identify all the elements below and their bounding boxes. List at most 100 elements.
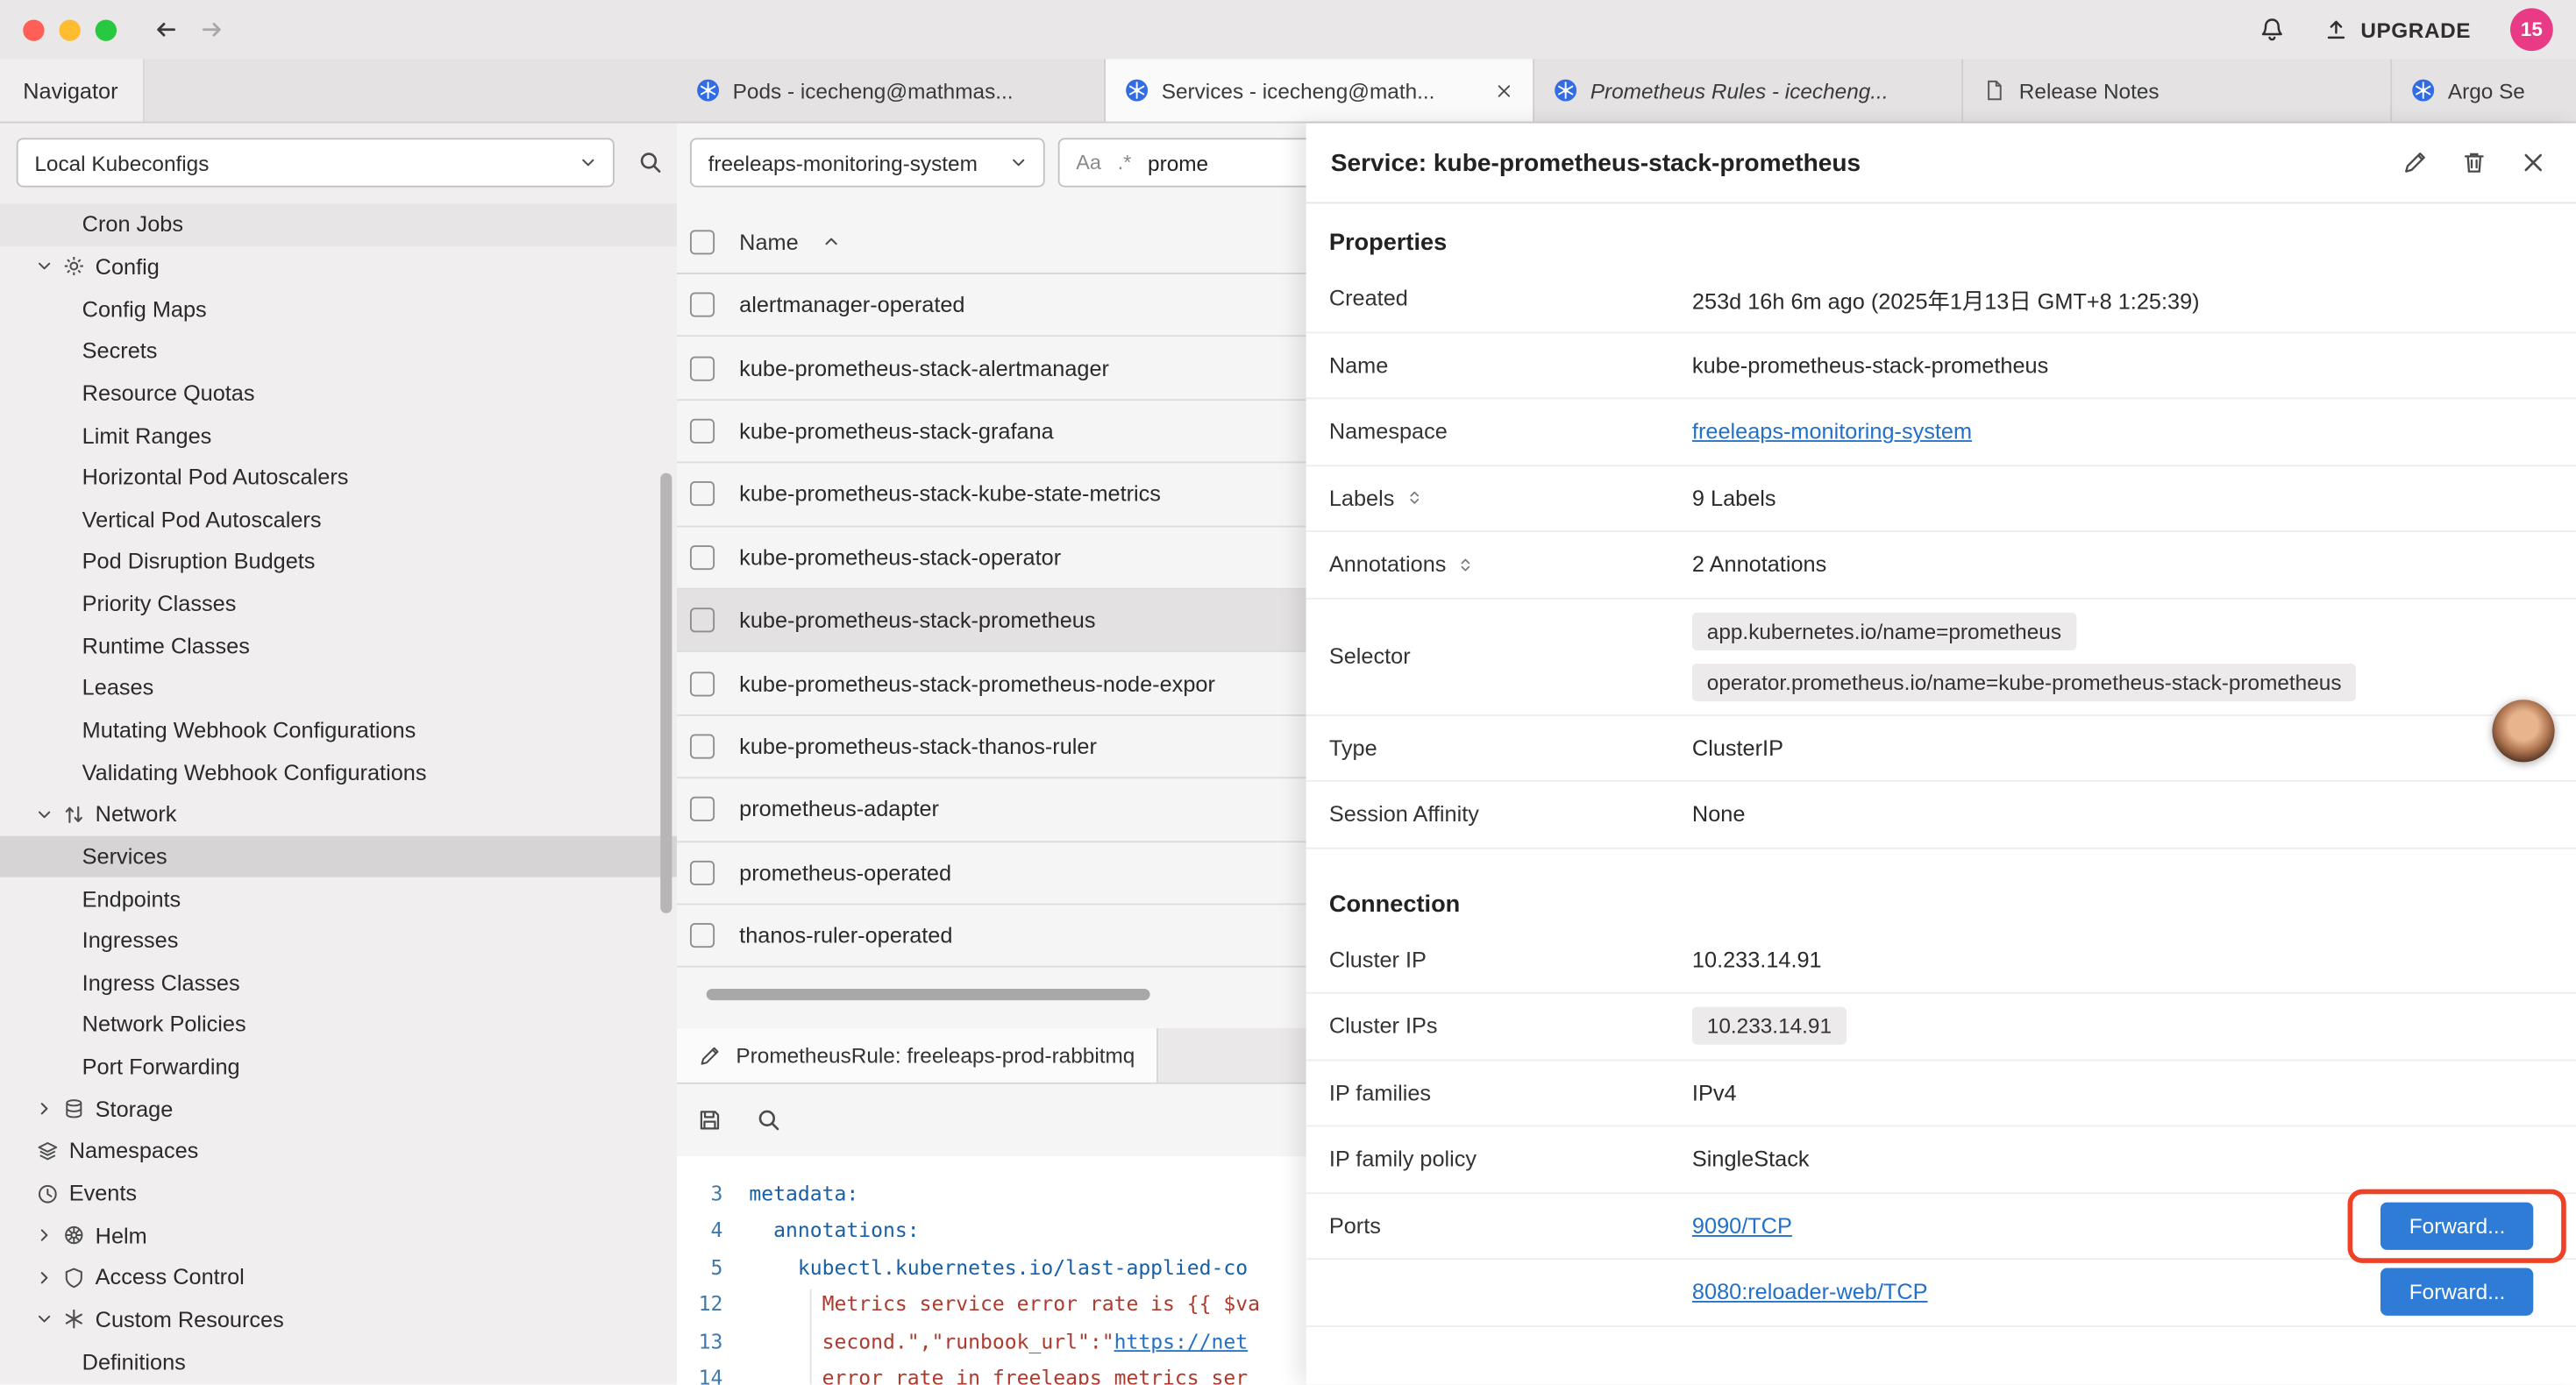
row-checkbox[interactable] bbox=[690, 860, 715, 884]
sidebar-item-ingresses[interactable]: Ingresses bbox=[0, 920, 677, 962]
select-all-checkbox[interactable] bbox=[690, 229, 715, 253]
close-button[interactable] bbox=[2520, 150, 2546, 176]
sidebar-item-config-maps[interactable]: Config Maps bbox=[0, 288, 677, 330]
editor-tab-prometheusrule[interactable]: PrometheusRule: freeleaps-prod-rabbitmq bbox=[677, 1028, 1158, 1083]
tab-pods[interactable]: Pods - icecheng@mathmas... bbox=[677, 59, 1106, 121]
service-row[interactable]: kube-prometheus-stack-kube-state-metrics bbox=[677, 464, 1306, 527]
yaml-editor[interactable]: 3metadata:4 annotations:5 kubectl.kubern… bbox=[677, 1156, 1306, 1384]
service-row[interactable]: prometheus-adapter bbox=[677, 778, 1306, 842]
row-checkbox[interactable] bbox=[690, 419, 715, 444]
sidebar-item-network-policies[interactable]: Network Policies bbox=[0, 1004, 677, 1046]
sort-toggle-icon[interactable] bbox=[1458, 557, 1475, 573]
navigator-pane-tab[interactable]: Navigator bbox=[0, 59, 145, 121]
delete-button[interactable] bbox=[2461, 150, 2487, 176]
sidebar-item-runtime-classes[interactable]: Runtime Classes bbox=[0, 625, 677, 667]
sidebar-item-events[interactable]: Events bbox=[0, 1172, 677, 1214]
maximize-window-button[interactable] bbox=[96, 19, 117, 40]
sidebar-item-label: Config bbox=[96, 254, 160, 279]
minimize-window-button[interactable] bbox=[59, 19, 80, 40]
sidebar-item-port-forwarding[interactable]: Port Forwarding bbox=[0, 1046, 677, 1088]
close-window-button[interactable] bbox=[23, 19, 44, 40]
service-row[interactable]: alertmanager-operated bbox=[677, 274, 1306, 337]
match-case-toggle[interactable]: Aa bbox=[1076, 151, 1101, 174]
sidebar-item-storage[interactable]: Storage bbox=[0, 1088, 677, 1130]
sort-toggle-icon[interactable] bbox=[1406, 490, 1423, 507]
network-arrows-icon bbox=[62, 803, 85, 826]
namespace-link[interactable]: freeleaps-monitoring-system bbox=[1692, 419, 1972, 444]
sidebar-item-custom-resources[interactable]: Custom Resources bbox=[0, 1298, 677, 1340]
sidebar-item-cron-jobs[interactable]: Cron Jobs bbox=[0, 203, 677, 245]
tab-prometheus-rules[interactable]: Prometheus Rules - icecheng... bbox=[1534, 59, 1963, 121]
sidebar-scrollbar[interactable] bbox=[660, 473, 672, 913]
notification-badge[interactable]: 15 bbox=[2510, 8, 2553, 51]
row-checkbox[interactable] bbox=[690, 608, 715, 633]
chevron-down-icon[interactable] bbox=[36, 259, 53, 275]
tab-close-icon[interactable] bbox=[1495, 82, 1513, 100]
sidebar-item-network[interactable]: Network bbox=[0, 793, 677, 835]
editor-search-icon[interactable] bbox=[756, 1107, 782, 1133]
sidebar-item-resource-quotas[interactable]: Resource Quotas bbox=[0, 373, 677, 415]
back-button[interactable] bbox=[153, 17, 179, 43]
sidebar-item-namespaces[interactable]: Namespaces bbox=[0, 1130, 677, 1172]
sidebar-item-vertical-pod-autoscalers[interactable]: Vertical Pod Autoscalers bbox=[0, 499, 677, 541]
forward-button[interactable]: Forward... bbox=[2381, 1268, 2533, 1316]
search-input[interactable] bbox=[1148, 150, 1279, 174]
save-icon[interactable] bbox=[696, 1107, 722, 1133]
service-row[interactable]: kube-prometheus-stack-grafana bbox=[677, 401, 1306, 464]
chevron-right-icon[interactable] bbox=[36, 1269, 53, 1286]
service-row[interactable]: kube-prometheus-stack-prometheus-node-ex… bbox=[677, 653, 1306, 716]
chevron-right-icon[interactable] bbox=[36, 1101, 53, 1118]
row-checkbox[interactable] bbox=[690, 293, 715, 317]
service-row[interactable]: prometheus-operated bbox=[677, 842, 1306, 905]
property-row-created: Created253d 16h 6m ago (2025年1月13日 GMT+8… bbox=[1306, 266, 2576, 333]
user-avatar[interactable] bbox=[2492, 700, 2554, 762]
sidebar-item-limit-ranges[interactable]: Limit Ranges bbox=[0, 415, 677, 457]
tab-release-notes[interactable]: Release Notes bbox=[1963, 59, 2392, 121]
row-checkbox[interactable] bbox=[690, 671, 715, 695]
namespace-filter-dropdown[interactable]: freeleaps-monitoring-system bbox=[690, 138, 1045, 187]
sidebar-item-horizontal-pod-autoscalers[interactable]: Horizontal Pod Autoscalers bbox=[0, 457, 677, 499]
sidebar-item-config[interactable]: Config bbox=[0, 245, 677, 288]
sidebar-item-validating-webhook-configurations[interactable]: Validating Webhook Configurations bbox=[0, 751, 677, 793]
row-checkbox[interactable] bbox=[690, 797, 715, 821]
sidebar-item-helm[interactable]: Helm bbox=[0, 1214, 677, 1256]
tab-argo-se[interactable]: Argo Se bbox=[2392, 59, 2576, 121]
forward-button[interactable] bbox=[199, 17, 225, 43]
name-column-header[interactable]: Name bbox=[739, 229, 798, 253]
service-row[interactable]: kube-prometheus-stack-alertmanager bbox=[677, 337, 1306, 401]
service-row[interactable]: kube-prometheus-stack-prometheus bbox=[677, 590, 1306, 653]
sidebar-item-ingress-classes[interactable]: Ingress Classes bbox=[0, 962, 677, 1004]
sidebar-item-pod-disruption-budgets[interactable]: Pod Disruption Budgets bbox=[0, 541, 677, 583]
row-checkbox[interactable] bbox=[690, 482, 715, 507]
horizontal-scrollbar[interactable] bbox=[707, 989, 1150, 1000]
regex-toggle[interactable]: .* bbox=[1118, 151, 1132, 174]
sidebar-item-definitions[interactable]: Definitions bbox=[0, 1341, 677, 1383]
sidebar-search-icon[interactable] bbox=[637, 150, 664, 176]
sidebar-item-endpoints[interactable]: Endpoints bbox=[0, 877, 677, 920]
service-row[interactable]: kube-prometheus-stack-thanos-ruler bbox=[677, 715, 1306, 778]
sidebar-item-priority-classes[interactable]: Priority Classes bbox=[0, 583, 677, 625]
forward-button[interactable]: Forward... bbox=[2381, 1202, 2533, 1249]
service-row[interactable]: kube-prometheus-stack-operator bbox=[677, 527, 1306, 590]
sidebar-item-leases[interactable]: Leases bbox=[0, 667, 677, 709]
row-checkbox[interactable] bbox=[690, 923, 715, 948]
row-checkbox[interactable] bbox=[690, 545, 715, 570]
chevron-down-icon[interactable] bbox=[36, 1311, 53, 1328]
chevron-down-icon[interactable] bbox=[36, 806, 53, 823]
notifications-bell-icon[interactable] bbox=[2259, 17, 2285, 43]
chevron-right-icon[interactable] bbox=[36, 1227, 53, 1244]
upgrade-button[interactable]: UPGRADE bbox=[2324, 18, 2471, 42]
sidebar-item-services[interactable]: Services bbox=[0, 835, 677, 877]
port-link[interactable]: 8080:reloader-web/TCP bbox=[1692, 1280, 1928, 1304]
sort-ascending-icon[interactable] bbox=[823, 233, 840, 250]
tab-services[interactable]: Services - icecheng@math... bbox=[1106, 59, 1534, 121]
sidebar-item-access-control[interactable]: Access Control bbox=[0, 1256, 677, 1298]
sidebar-item-mutating-webhook-configurations[interactable]: Mutating Webhook Configurations bbox=[0, 709, 677, 751]
row-checkbox[interactable] bbox=[690, 734, 715, 758]
service-row[interactable]: thanos-ruler-operated bbox=[677, 905, 1306, 968]
port-link[interactable]: 9090/TCP bbox=[1692, 1213, 1792, 1238]
edit-button[interactable] bbox=[2402, 150, 2428, 176]
sidebar-item-secrets[interactable]: Secrets bbox=[0, 330, 677, 372]
kubeconfig-selector[interactable]: Local Kubeconfigs bbox=[17, 138, 615, 187]
row-checkbox[interactable] bbox=[690, 356, 715, 380]
